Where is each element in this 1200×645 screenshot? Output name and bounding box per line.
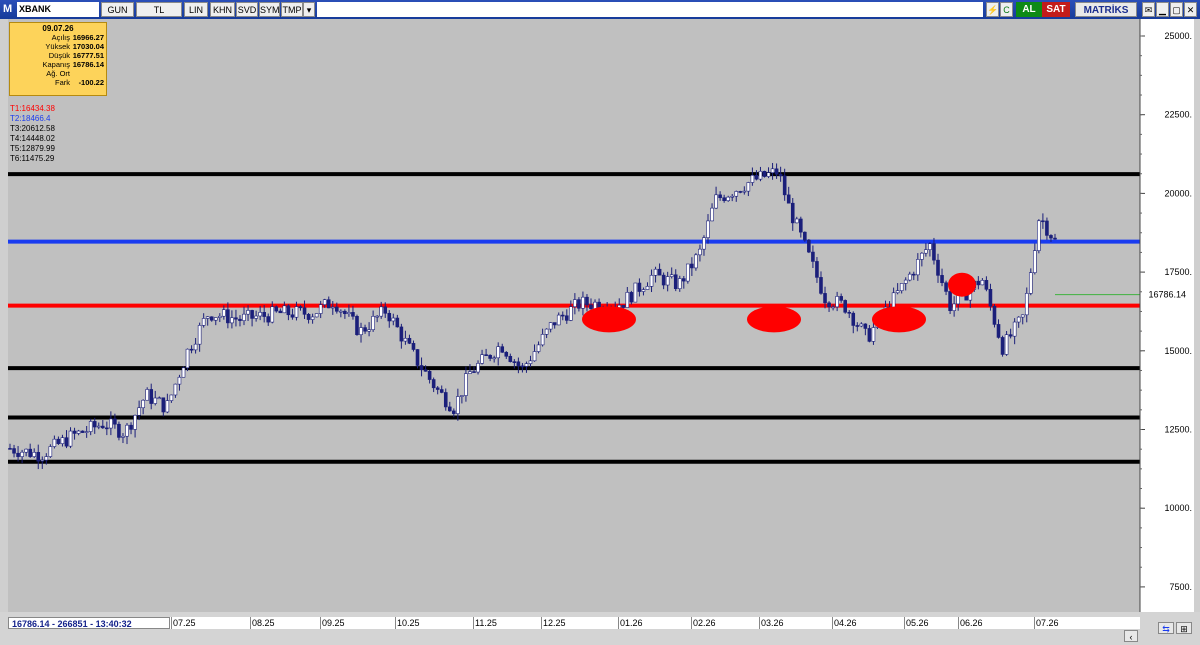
x-tick-label: 04.26 bbox=[834, 618, 857, 628]
info-row-high: Yüksek 17030.04 bbox=[10, 43, 106, 51]
zoom-icon[interactable]: ⊞ bbox=[1176, 622, 1192, 634]
x-tick-mark bbox=[958, 617, 959, 629]
sync-icon[interactable]: ⇆ bbox=[1158, 622, 1174, 634]
info-row-open: Açılış 16966.27 bbox=[10, 34, 106, 42]
info-row-change: Fark -100.22 bbox=[10, 79, 106, 87]
x-tick-label: 01.26 bbox=[620, 618, 643, 628]
status-text: 16786.14 - 266851 - 13:40:32 bbox=[8, 617, 170, 629]
bolt-icon[interactable]: ⚡ bbox=[986, 2, 999, 17]
khn-button[interactable]: KHN bbox=[210, 2, 235, 17]
x-tick-mark bbox=[171, 617, 172, 629]
info-label: Açılış bbox=[51, 33, 70, 42]
matriks-label: MATRİKS bbox=[1075, 2, 1137, 17]
x-tick-label: 07.25 bbox=[173, 618, 196, 628]
svd-button[interactable]: SVD bbox=[236, 2, 258, 17]
al-button[interactable]: AL bbox=[1016, 2, 1042, 17]
info-row-low: Düşük 16777.51 bbox=[10, 52, 106, 60]
sym-button[interactable]: SYM bbox=[259, 2, 280, 17]
x-tick-mark bbox=[618, 617, 619, 629]
close-icon[interactable]: ✕ bbox=[1184, 2, 1197, 17]
x-tick-mark bbox=[541, 617, 542, 629]
app-logo: M bbox=[3, 3, 13, 15]
x-tick-mark bbox=[473, 617, 474, 629]
x-tick-mark bbox=[691, 617, 692, 629]
chevron-down-icon[interactable]: ▾ bbox=[303, 2, 315, 17]
info-value: 16777.51 bbox=[72, 51, 104, 60]
gun-button[interactable]: GUN bbox=[101, 2, 134, 17]
mail-icon[interactable]: ✉ bbox=[1142, 2, 1155, 17]
info-row-close: Kapanış 16786.14 bbox=[10, 61, 106, 69]
x-tick-mark bbox=[320, 617, 321, 629]
info-label: Düşük bbox=[48, 51, 70, 60]
price-axis bbox=[1140, 19, 1194, 612]
tl-button[interactable]: TL bbox=[136, 2, 182, 17]
restore-icon[interactable]: ▢ bbox=[1170, 2, 1183, 17]
info-value: 16786.14 bbox=[72, 60, 104, 69]
level-label-t3: T3:20612.58 bbox=[10, 124, 55, 133]
right-edge bbox=[1194, 19, 1200, 645]
x-tick-label: 05.26 bbox=[906, 618, 929, 628]
x-tick-label: 09.25 bbox=[322, 618, 345, 628]
symbol-field[interactable]: XBANK bbox=[17, 2, 99, 17]
info-label: Fark bbox=[55, 78, 70, 87]
x-tick-label: 06.26 bbox=[960, 618, 983, 628]
info-row-avg: Ağ. Ort bbox=[10, 70, 106, 78]
level-label-t1: T1:16434.38 bbox=[10, 104, 55, 113]
info-value: 16966.27 bbox=[72, 33, 104, 42]
info-date: 09.07.26 bbox=[42, 24, 74, 33]
x-tick-label: 03.26 bbox=[761, 618, 784, 628]
ohlc-info-box: 09.07.26 Açılış 16966.27 Yüksek 17030.04… bbox=[9, 22, 107, 96]
toolbar: M XBANK GUN TL LIN KHN SVD SYM TMP ▾ ⚡ C… bbox=[0, 0, 1200, 20]
toolbar-spacer bbox=[317, 2, 983, 17]
level-label-t2: T2:18466.4 bbox=[10, 114, 51, 123]
x-tick-mark bbox=[832, 617, 833, 629]
info-label: Kapanış bbox=[42, 60, 70, 69]
info-value: -100.22 bbox=[78, 78, 104, 87]
refresh-icon[interactable]: C bbox=[1000, 2, 1013, 17]
x-tick-label: 07.26 bbox=[1036, 618, 1059, 628]
level-label-t6: T6:11475.29 bbox=[10, 154, 55, 163]
level-label-t4: T4:14448.02 bbox=[10, 134, 55, 143]
x-tick-mark bbox=[1034, 617, 1035, 629]
x-tick-mark bbox=[759, 617, 760, 629]
plot-area[interactable] bbox=[8, 19, 1140, 612]
x-tick-label: 11.25 bbox=[475, 618, 497, 628]
sat-button[interactable]: SAT bbox=[1042, 2, 1070, 17]
x-tick-label: 08.25 bbox=[252, 618, 275, 628]
left-edge bbox=[0, 19, 8, 645]
level-label-t5: T5:12879.99 bbox=[10, 144, 55, 153]
info-label: Ağ. Ort bbox=[46, 69, 70, 78]
x-tick-label: 10.25 bbox=[397, 618, 420, 628]
x-tick-mark bbox=[250, 617, 251, 629]
x-tick-mark bbox=[904, 617, 905, 629]
minimize-icon[interactable]: ▁ bbox=[1156, 2, 1169, 17]
x-tick-label: 12.25 bbox=[543, 618, 566, 628]
tmp-button[interactable]: TMP bbox=[281, 2, 303, 17]
scroll-left-button[interactable]: ‹ bbox=[1124, 630, 1138, 642]
x-tick-label: 02.26 bbox=[693, 618, 716, 628]
lin-button[interactable]: LIN bbox=[184, 2, 208, 17]
info-value: 17030.04 bbox=[72, 42, 104, 51]
x-tick-mark bbox=[395, 617, 396, 629]
info-label: Yüksek bbox=[45, 42, 70, 51]
chart-window: M XBANK GUN TL LIN KHN SVD SYM TMP ▾ ⚡ C… bbox=[0, 0, 1200, 645]
